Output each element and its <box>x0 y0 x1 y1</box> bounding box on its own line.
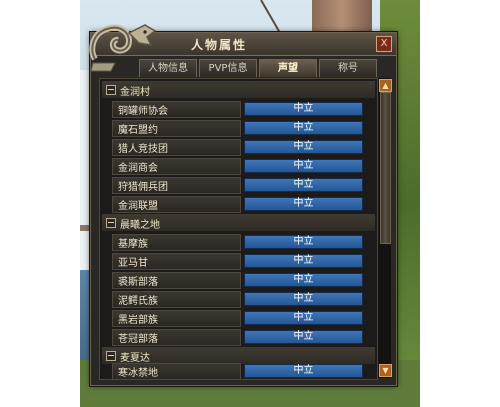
tab-bar: 人物信息 PVP信息 声望 称号 <box>139 59 394 77</box>
tab-titles[interactable]: 称号 <box>319 59 377 77</box>
up-arrow-icon[interactable]: ▲ <box>379 79 392 92</box>
tab-character-info[interactable]: 人物信息 <box>139 59 197 77</box>
category-header[interactable]: 晨曦之地 <box>102 214 375 231</box>
faction-name: 裘斯部落 <box>118 277 158 288</box>
faction-name: 铜罐师协会 <box>118 106 168 117</box>
scrollbar-thumb[interactable] <box>380 92 391 244</box>
reputation-bar: 中立 <box>244 235 363 249</box>
faction-name: 亚马甘 <box>118 258 148 269</box>
reputation-bar: 中立 <box>244 159 363 173</box>
list-item: 铜罐师协会 中立 <box>102 100 375 118</box>
list-item: 泥鳄氏族 中立 <box>102 290 375 308</box>
category-label: 晨曦之地 <box>120 220 160 231</box>
window-title: 人物属性 <box>191 38 248 52</box>
reputation-bar: 中立 <box>244 178 363 192</box>
list-item: 黑岩部族 中立 <box>102 309 375 327</box>
list-item: 金润联盟 中立 <box>102 195 375 213</box>
reputation-bar: 中立 <box>244 140 363 154</box>
close-button[interactable]: X <box>376 36 392 52</box>
reputation-bar: 中立 <box>244 273 363 287</box>
reputation-status: 中立 <box>293 331 314 342</box>
reputation-bar: 中立 <box>244 102 363 116</box>
list-item: 金润商会 中立 <box>102 157 375 175</box>
list-item: 亚马甘 中立 <box>102 252 375 270</box>
list-item: 寒冰禁地 中立 <box>102 362 375 379</box>
category-header[interactable]: 金润村 <box>102 81 375 98</box>
reputation-bar: 中立 <box>244 311 363 325</box>
reputation-status: 中立 <box>293 293 314 304</box>
reputation-bar: 中立 <box>244 121 363 135</box>
reputation-status: 中立 <box>293 160 314 171</box>
collapse-icon[interactable] <box>106 218 116 228</box>
reputation-bar: 中立 <box>244 292 363 306</box>
collapse-icon[interactable] <box>106 351 116 361</box>
reputation-bar: 中立 <box>244 330 363 344</box>
scrollbar[interactable]: ▲ ▼ <box>377 78 392 378</box>
list-item: 苍冠部落 中立 <box>102 328 375 346</box>
list-item: 狩猎佣兵团 中立 <box>102 176 375 194</box>
list-item: 基摩族 中立 <box>102 233 375 251</box>
character-attributes-window: 人物属性 X 人物信息 PVP信息 声望 称号 金润村 铜罐师协会 中立 魔石盟… <box>89 24 397 386</box>
list-item: 猎人竞技团 中立 <box>102 138 375 156</box>
faction-name: 苍冠部落 <box>118 334 158 345</box>
reputation-status: 中立 <box>293 141 314 152</box>
collapse-icon[interactable] <box>106 85 116 95</box>
reputation-bar: 中立 <box>244 254 363 268</box>
faction-name: 狩猎佣兵团 <box>118 182 168 193</box>
reputation-status: 中立 <box>293 179 314 190</box>
faction-name: 猎人竞技团 <box>118 144 168 155</box>
down-arrow-icon[interactable]: ▼ <box>379 364 392 377</box>
reputation-status: 中立 <box>293 122 314 133</box>
category-label: 金润村 <box>120 87 150 98</box>
faction-name: 金润商会 <box>118 163 158 174</box>
tab-reputation[interactable]: 声望 <box>259 59 317 77</box>
faction-name: 魔石盟约 <box>118 125 158 136</box>
faction-name: 黑岩部族 <box>118 315 158 326</box>
reputation-bar: 中立 <box>244 364 363 378</box>
faction-name: 金润联盟 <box>118 201 158 212</box>
reputation-status: 中立 <box>293 198 314 209</box>
faction-name: 基摩族 <box>118 239 148 250</box>
list-item: 魔石盟约 中立 <box>102 119 375 137</box>
reputation-status: 中立 <box>293 274 314 285</box>
faction-name: 泥鳄氏族 <box>118 296 158 307</box>
reputation-status: 中立 <box>293 255 314 266</box>
reputation-status: 中立 <box>293 365 314 376</box>
faction-name: 寒冰禁地 <box>118 368 158 379</box>
reputation-status: 中立 <box>293 236 314 247</box>
reputation-status: 中立 <box>293 312 314 323</box>
reputation-status: 中立 <box>293 103 314 114</box>
list-item: 裘斯部落 中立 <box>102 271 375 289</box>
reputation-bar: 中立 <box>244 197 363 211</box>
reputation-list: 金润村 铜罐师协会 中立 魔石盟约 中立 猎人竞技团 中立 金润商会 中立 狩猎… <box>99 78 378 380</box>
tab-pvp-info[interactable]: PVP信息 <box>199 59 257 77</box>
